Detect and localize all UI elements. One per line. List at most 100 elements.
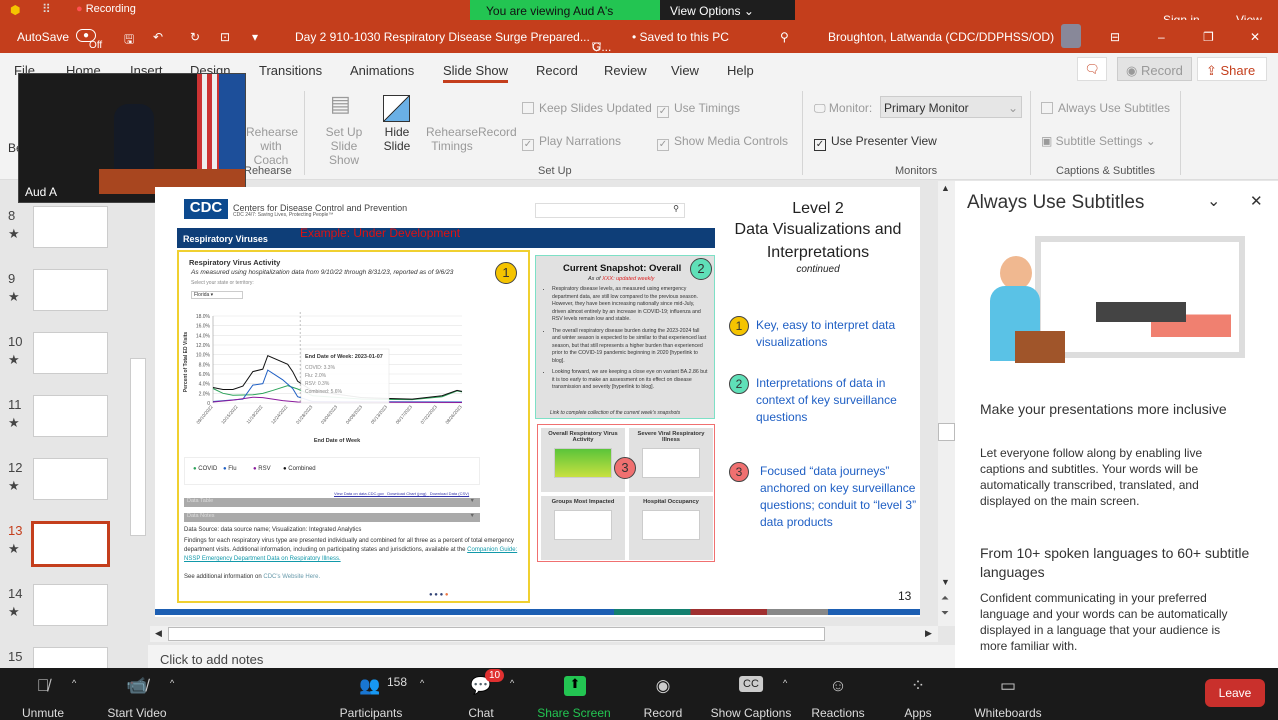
tab-animations[interactable]: Animations	[350, 63, 414, 78]
unmute-button[interactable]: Unmute	[22, 706, 64, 720]
avatar[interactable]	[1061, 24, 1081, 48]
always-subtitles-checkbox[interactable]: Always Use Subtitles	[1041, 101, 1170, 115]
data-notes-accordion[interactable]: Data Notes ▼	[184, 513, 480, 522]
hide-slide-button[interactable]: Hide Slide	[380, 125, 414, 153]
document-title[interactable]: Day 2 910-1030 Respiratory Disease Surge…	[295, 30, 590, 44]
legend-item[interactable]: ● RSV	[253, 466, 271, 472]
chevron-up-icon[interactable]: ^	[420, 678, 424, 688]
scroll-down-icon[interactable]: ▼	[941, 577, 950, 587]
notes-pane[interactable]: Click to add notes	[148, 645, 955, 668]
save-state[interactable]: • Saved to this PC	[632, 30, 729, 44]
legend-item[interactable]: ● COVID	[193, 466, 217, 472]
reactions-button[interactable]: Reactions	[811, 706, 864, 720]
legend-item[interactable]: ● Combined	[283, 466, 316, 472]
record-button[interactable]: ◉ Record	[1117, 57, 1192, 81]
data-journey-tile[interactable]: Groups Most Impacted	[541, 496, 625, 560]
chevron-up-icon[interactable]: ^	[72, 678, 76, 688]
close-icon[interactable]: ✕	[1250, 30, 1260, 44]
shield-icon[interactable]: ⬢	[10, 3, 20, 17]
ribbon-display-icon[interactable]: ⊟	[1110, 30, 1120, 44]
record-dropdown-button[interactable]: Record	[478, 125, 517, 139]
user-name[interactable]: Broughton, Latwanda (CDC/DDPHSS/OD)	[828, 30, 1054, 44]
respiratory-chart[interactable]: 18.0% 16.0% 14.0% 12.0% 10.0% 8.0% 6.0% 4.0% 2.0…	[179, 307, 479, 457]
show-media-controls-checkbox[interactable]: ✓ Show Media Controls	[657, 134, 788, 151]
chevron-down-icon[interactable]: ⌄	[1207, 191, 1220, 211]
share-button[interactable]: ⇪ Share	[1197, 57, 1267, 81]
leave-button[interactable]: Leave	[1205, 679, 1265, 707]
previous-slide-icon[interactable]: ⏶	[941, 593, 949, 604]
close-icon[interactable]: ✕	[1250, 192, 1263, 210]
record-button[interactable]: Record	[644, 706, 683, 720]
customize-icon[interactable]: ▾	[252, 30, 258, 44]
subtitle-settings-button[interactable]: ▣ Subtitle Settings ⌄	[1041, 134, 1156, 148]
start-video-button[interactable]: Start Video	[107, 706, 166, 720]
view-options-button[interactable]: View Options ⌄	[660, 0, 795, 21]
apps-icon[interactable]: ⁘	[911, 676, 925, 696]
vertical-scrollbar[interactable]: ▲ ▼ ⏶ ⏷	[938, 181, 955, 626]
autosave-toggle[interactable]: ● Off	[76, 29, 102, 51]
tab-review[interactable]: Review	[604, 63, 647, 78]
link[interactable]: View Data on data.CDC.gov	[334, 491, 384, 496]
slide-thumbnail[interactable]	[31, 521, 110, 567]
save-icon[interactable]: 🖫	[124, 30, 134, 51]
comments-icon[interactable]: 🗨	[1077, 57, 1107, 81]
microphone-muted-icon[interactable]: 🎙̸	[37, 676, 50, 696]
undo-icon[interactable]: ↶	[153, 30, 163, 44]
reactions-icon[interactable]: ☺	[829, 676, 846, 696]
tab-record[interactable]: Record	[536, 63, 578, 78]
participants-icon[interactable]: 👥	[359, 676, 380, 696]
link[interactable]: Download Data (CSV)	[430, 491, 469, 496]
tab-help[interactable]: Help	[727, 63, 754, 78]
maximize-icon[interactable]: ❐	[1203, 30, 1214, 44]
video-off-icon[interactable]: 📹̸	[126, 676, 147, 696]
cdc-website-link[interactable]: CDC's Website Here.	[263, 574, 320, 580]
chat-button[interactable]: Chat	[468, 706, 493, 720]
participants-button[interactable]: Participants	[340, 706, 403, 720]
present-icon[interactable]: ⊡	[220, 30, 230, 44]
record-icon[interactable]: ◉	[656, 676, 671, 696]
scroll-up-icon[interactable]: ▲	[941, 183, 950, 193]
closed-captions-icon[interactable]: CC	[739, 676, 763, 692]
slide-thumbnail[interactable]	[33, 206, 108, 248]
slide-thumbnail[interactable]	[33, 332, 108, 374]
chevron-up-icon[interactable]: ^	[170, 678, 174, 688]
slide-thumbnail[interactable]	[33, 584, 108, 626]
scroll-thumb[interactable]	[168, 627, 825, 641]
share-screen-button[interactable]: Share Screen	[537, 706, 610, 720]
slide-thumbnail[interactable]	[33, 395, 108, 437]
rehearse-timings-button[interactable]: Rehearse Timings	[426, 125, 478, 153]
next-slide-icon[interactable]: ⏷	[941, 608, 949, 619]
keep-updated-checkbox[interactable]: Keep Slides Updated	[522, 101, 652, 115]
grid-icon[interactable]: ⠿	[42, 2, 51, 16]
tab-slide-show[interactable]: Slide Show	[443, 63, 509, 83]
link[interactable]: Download Chart (png)	[387, 491, 426, 496]
whiteboards-button[interactable]: Whiteboards	[974, 706, 1041, 720]
show-captions-button[interactable]: Show Captions	[711, 706, 792, 720]
snapshots-link[interactable]: Link to complete collection of the curre…	[550, 410, 680, 416]
whiteboard-icon[interactable]: ▭	[1000, 676, 1016, 696]
data-journey-tile[interactable]: Hospital Occupancy	[629, 496, 713, 560]
state-select[interactable]: Florida ▾	[191, 291, 243, 299]
setup-show-button[interactable]: Set Up Slide Show	[314, 125, 374, 167]
tab-transitions[interactable]: Transitions	[259, 63, 322, 78]
use-timings-checkbox[interactable]: ✓ Use Timings	[657, 101, 740, 118]
scroll-left-icon[interactable]: ◀	[155, 628, 162, 639]
scroll-thumb[interactable]	[938, 423, 955, 441]
rehearse-coach-button[interactable]: Rehearse with Coach	[246, 125, 298, 167]
chevron-up-icon[interactable]: ^	[783, 678, 787, 688]
legend-item[interactable]: ● Flu	[223, 466, 237, 472]
slide-thumbnail[interactable]	[33, 458, 108, 500]
slide-thumbnail[interactable]	[33, 269, 108, 311]
data-journey-tile[interactable]: Severe Viral Respiratory Illness	[629, 428, 713, 492]
apps-button[interactable]: Apps	[904, 706, 931, 720]
minimize-icon[interactable]: –	[1158, 30, 1165, 44]
redo-icon[interactable]: ↻	[190, 30, 200, 44]
play-narrations-checkbox[interactable]: ✓ Play Narrations	[522, 134, 621, 151]
search-icon[interactable]: ⚲	[780, 30, 789, 44]
monitor-select[interactable]: Primary Monitor ⌄	[880, 96, 1022, 118]
thumbnail-scrollbar[interactable]	[130, 358, 146, 536]
share-screen-icon[interactable]: ⬆	[564, 676, 586, 696]
chevron-up-icon[interactable]: ^	[510, 678, 514, 688]
data-table-accordion[interactable]: Data Table ▼	[184, 498, 480, 507]
search-box[interactable]: ⚲	[535, 203, 685, 218]
